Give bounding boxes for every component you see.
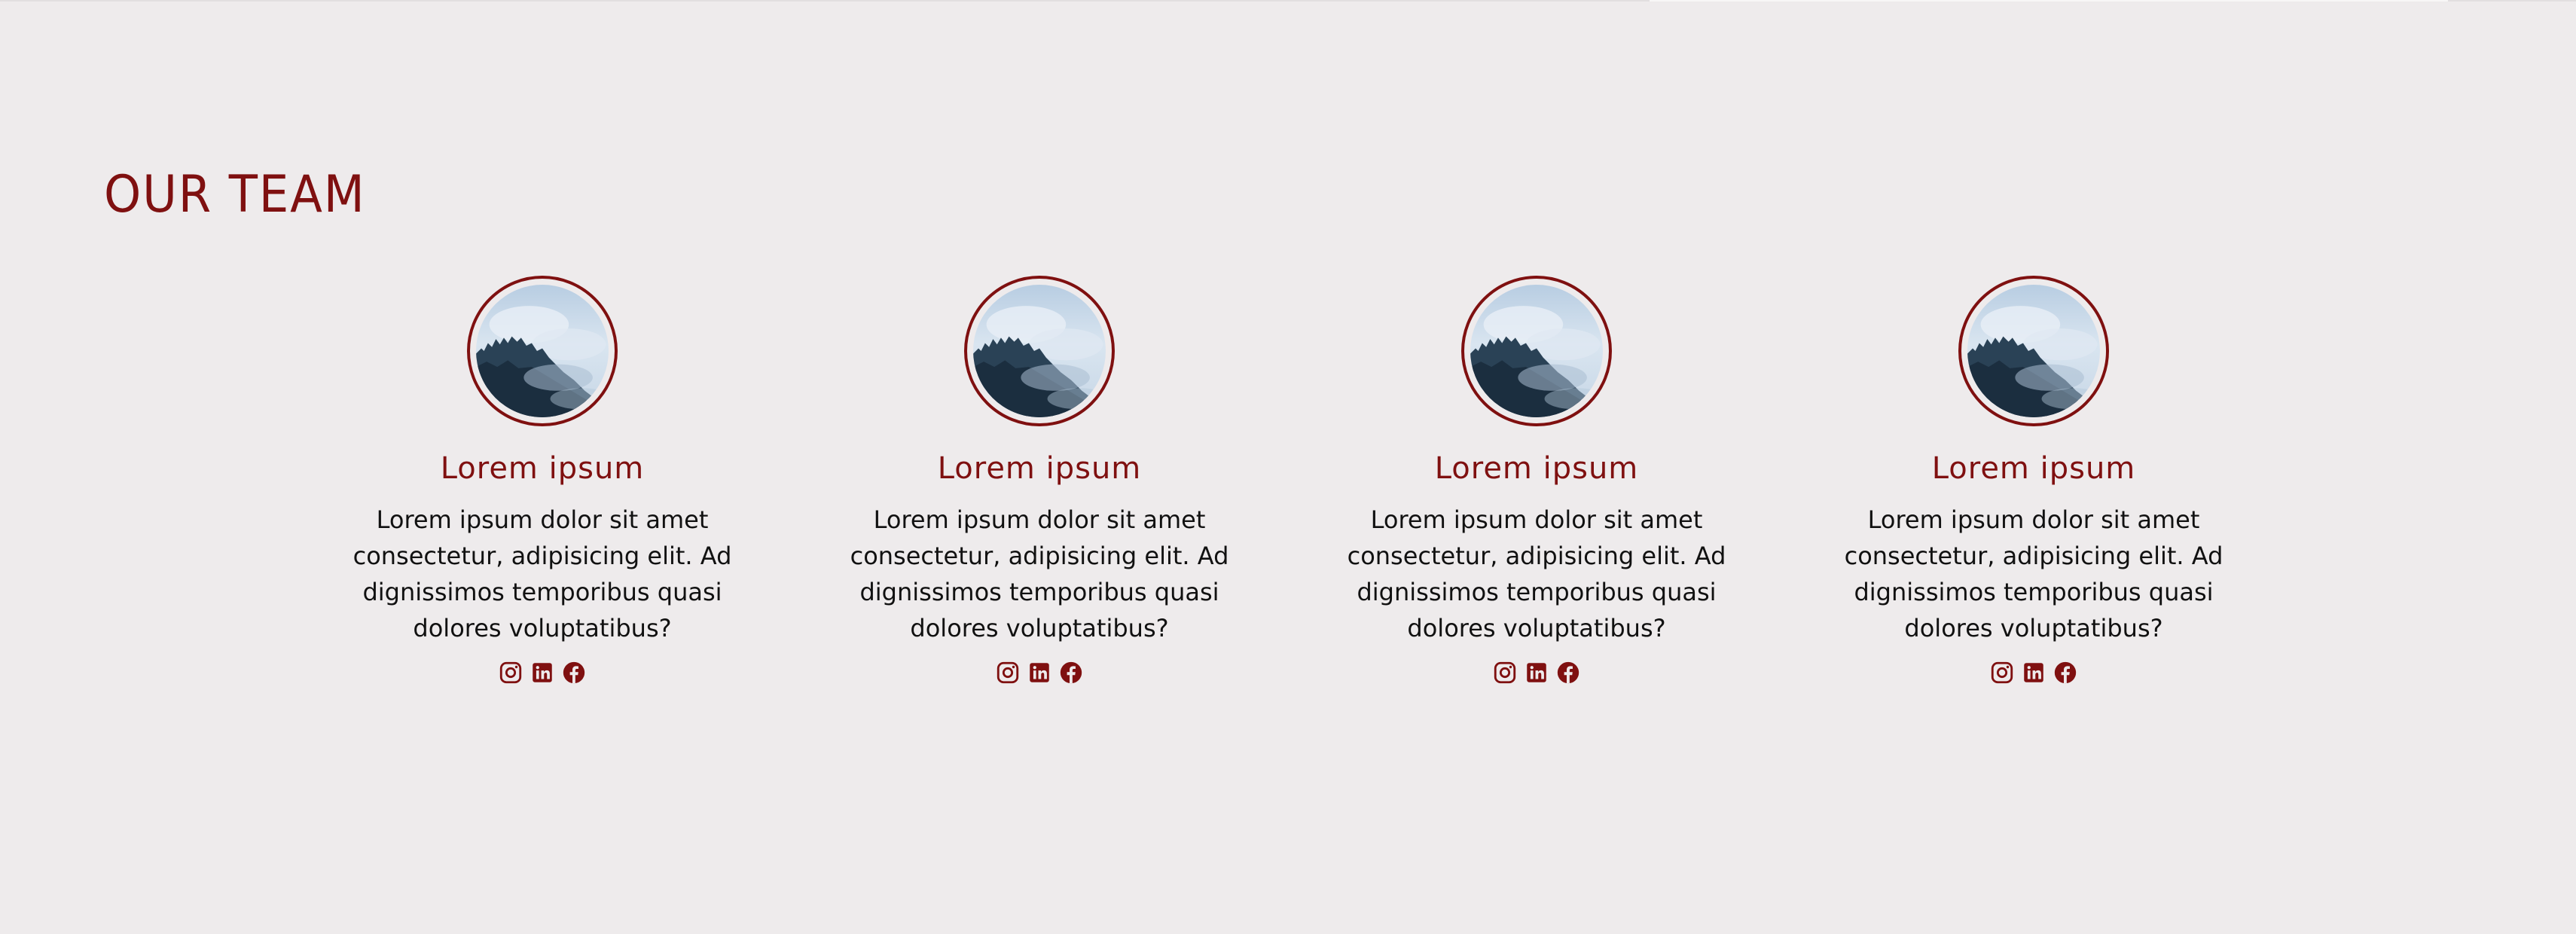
linkedin-icon[interactable] bbox=[1027, 660, 1052, 685]
facebook-icon[interactable] bbox=[1058, 660, 1084, 685]
member-name: Lorem ipsum bbox=[440, 451, 645, 486]
avatar bbox=[973, 285, 1106, 417]
member-bio: Lorem ipsum dolor sit amet consectetur, … bbox=[1844, 505, 2223, 643]
member-name: Lorem ipsum bbox=[1931, 451, 2136, 486]
social-links bbox=[806, 660, 1273, 687]
instagram-icon[interactable] bbox=[1492, 660, 1518, 685]
team-member-card: Lorem ipsum Lorem ipsum dolor sit amet c… bbox=[1800, 276, 2267, 687]
top-border-highlight bbox=[1650, 0, 2448, 2]
avatar-ring bbox=[1461, 276, 1612, 426]
instagram-icon[interactable] bbox=[498, 660, 523, 685]
team-member-card: Lorem ipsum Lorem ipsum dolor sit amet c… bbox=[309, 276, 776, 687]
linkedin-icon[interactable] bbox=[2021, 660, 2046, 685]
member-name: Lorem ipsum bbox=[937, 451, 1142, 486]
avatar-photo bbox=[476, 285, 609, 417]
member-bio: Lorem ipsum dolor sit amet consectetur, … bbox=[353, 505, 732, 643]
section-title: OUR TEAM bbox=[104, 165, 366, 224]
avatar-ring bbox=[964, 276, 1115, 426]
avatar-ring bbox=[1958, 276, 2109, 426]
team-member-card: Lorem ipsum Lorem ipsum dolor sit amet c… bbox=[806, 276, 1273, 687]
social-links bbox=[1800, 660, 2267, 687]
social-links bbox=[309, 660, 776, 687]
avatar-photo bbox=[1470, 285, 1603, 417]
member-bio: Lorem ipsum dolor sit amet consectetur, … bbox=[1347, 505, 1726, 643]
avatar-ring bbox=[467, 276, 618, 426]
facebook-icon[interactable] bbox=[561, 660, 587, 685]
social-links bbox=[1303, 660, 1770, 687]
instagram-icon[interactable] bbox=[995, 660, 1021, 685]
avatar bbox=[476, 285, 609, 417]
avatar bbox=[1470, 285, 1603, 417]
member-bio: Lorem ipsum dolor sit amet consectetur, … bbox=[850, 505, 1229, 643]
facebook-icon[interactable] bbox=[1555, 660, 1581, 685]
avatar-photo bbox=[973, 285, 1106, 417]
facebook-icon[interactable] bbox=[2053, 660, 2078, 685]
avatar-photo bbox=[1967, 285, 2100, 417]
instagram-icon[interactable] bbox=[1989, 660, 2015, 685]
team-member-card: Lorem ipsum Lorem ipsum dolor sit amet c… bbox=[1303, 276, 1770, 687]
linkedin-icon[interactable] bbox=[530, 660, 555, 685]
linkedin-icon[interactable] bbox=[1524, 660, 1549, 685]
member-name: Lorem ipsum bbox=[1434, 451, 1639, 486]
avatar bbox=[1967, 285, 2100, 417]
